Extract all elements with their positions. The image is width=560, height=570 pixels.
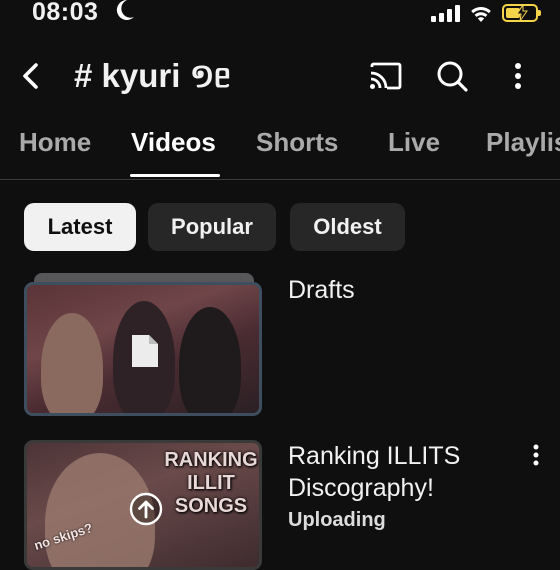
search-icon[interactable] [432, 56, 472, 96]
signal-icon [431, 4, 460, 22]
wifi-icon [471, 6, 491, 22]
filter-chip-latest[interactable]: Latest [24, 203, 136, 251]
status-icons [431, 2, 541, 24]
upload-status: Uploading [288, 509, 386, 531]
channel-header: # kyuri ១ᥱ [0, 48, 560, 104]
back-arrow-icon[interactable] [14, 56, 50, 96]
channel-title: # kyuri ១ᥱ [74, 57, 232, 94]
filter-chip-oldest[interactable]: Oldest [290, 203, 405, 251]
more-vertical-icon[interactable] [524, 442, 548, 470]
video-thumbnail[interactable]: RANKING ILLIT SONGS no skips? [24, 440, 262, 570]
moon-icon [116, 0, 134, 20]
cast-icon[interactable] [366, 56, 406, 96]
drafts-thumbnail[interactable] [24, 282, 262, 416]
status-bar: 08:03 [0, 0, 560, 28]
video-title[interactable]: Ranking ILLITS Discography! [288, 440, 498, 504]
upload-arrow-icon [129, 492, 163, 526]
thumbnail-figure [179, 307, 241, 413]
active-tab-indicator [130, 174, 220, 177]
document-icon [132, 335, 158, 367]
tab-playlists[interactable]: Playlis [486, 127, 560, 158]
tab-shorts[interactable]: Shorts [256, 127, 338, 158]
channel-tabs: Home Videos Shorts Live Playlis [0, 118, 560, 180]
tab-videos[interactable]: Videos [131, 127, 216, 158]
battery-charging-icon [502, 4, 541, 22]
tab-live[interactable]: Live [388, 127, 440, 158]
drafts-title[interactable]: Drafts [288, 274, 355, 306]
filter-chip-popular[interactable]: Popular [148, 203, 276, 251]
more-vertical-icon[interactable] [498, 56, 538, 96]
thumbnail-figure [41, 313, 103, 413]
tab-home[interactable]: Home [19, 127, 91, 158]
status-time: 08:03 [32, 0, 99, 26]
thumbnail-overlay-text: RANKING ILLIT SONGS [164, 449, 258, 517]
